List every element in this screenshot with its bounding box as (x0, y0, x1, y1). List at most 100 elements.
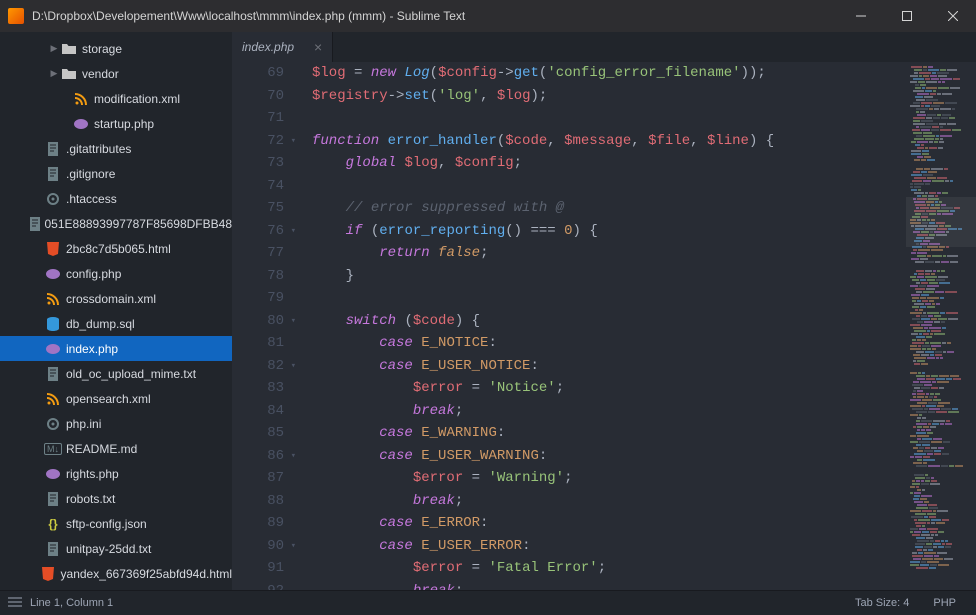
sidebar-item-opensearch-xml[interactable]: opensearch.xml (0, 386, 232, 411)
sidebar-item-startup-php[interactable]: startup.php (0, 111, 232, 136)
sidebar-item-old-oc-upload-mime-txt[interactable]: old_oc_upload_mime.txt (0, 361, 232, 386)
code-line[interactable]: case E_ERROR: (312, 512, 906, 535)
sidebar-item-index-php[interactable]: index.php (0, 336, 232, 361)
close-button[interactable] (930, 0, 976, 32)
line-number[interactable]: 86▾ (232, 445, 284, 468)
minimap[interactable] (906, 62, 976, 590)
line-number[interactable]: 74 (232, 175, 284, 198)
code-line[interactable]: switch ($code) { (312, 310, 906, 333)
line-number[interactable]: 76▾ (232, 220, 284, 243)
code-line[interactable]: $error = 'Warning'; (312, 467, 906, 490)
fold-icon[interactable]: ▾ (291, 445, 296, 468)
line-number[interactable]: 84 (232, 400, 284, 423)
code-line[interactable]: // error suppressed with @ (312, 197, 906, 220)
code-line[interactable] (312, 287, 906, 310)
line-number[interactable]: 85 (232, 422, 284, 445)
code-line[interactable]: case E_USER_NOTICE: (312, 355, 906, 378)
sidebar-item-yandex-667369f25abfd94d-html[interactable]: yandex_667369f25abfd94d.html (0, 561, 232, 586)
sidebar-item-robots-txt[interactable]: robots.txt (0, 486, 232, 511)
code-line[interactable]: break; (312, 490, 906, 513)
code-line[interactable]: if (error_reporting() === 0) { (312, 220, 906, 243)
line-number[interactable]: 82▾ (232, 355, 284, 378)
sidebar-item-sftp-config-json[interactable]: {}sftp-config.json (0, 511, 232, 536)
sidebar-item-label: yandex_667369f25abfd94d.html (61, 567, 232, 581)
line-number[interactable]: 91 (232, 557, 284, 580)
line-number[interactable]: 72▾ (232, 130, 284, 153)
close-icon[interactable]: × (314, 39, 322, 55)
minimap-viewport[interactable] (906, 197, 976, 247)
fold-icon[interactable]: ▾ (291, 535, 296, 558)
fold-icon[interactable]: ▾ (291, 130, 296, 153)
code-line[interactable]: function error_handler($code, $message, … (312, 130, 906, 153)
code-line[interactable]: } (312, 265, 906, 288)
code-content[interactable]: $log = new Log($config->get('config_erro… (292, 62, 906, 590)
line-number[interactable]: 71 (232, 107, 284, 130)
line-number[interactable]: 81 (232, 332, 284, 355)
code-line[interactable]: $log = new Log($config->get('config_erro… (312, 62, 906, 85)
code-line[interactable]: case E_USER_ERROR: (312, 535, 906, 558)
status-tabsize[interactable]: Tab Size: 4 (843, 597, 921, 609)
fold-icon[interactable]: ▾ (291, 220, 296, 243)
sidebar-item-vendor[interactable]: ▶ vendor (0, 61, 232, 86)
line-number[interactable]: 77 (232, 242, 284, 265)
sidebar-item-label: .htaccess (66, 192, 117, 206)
window-title: D:\Dropbox\Developement\Www\localhost\mm… (32, 9, 838, 23)
line-number[interactable]: 87 (232, 467, 284, 490)
folder-icon (60, 68, 78, 80)
editor[interactable]: 69707172▾73747576▾77787980▾8182▾83848586… (232, 62, 976, 590)
php-icon (44, 344, 62, 354)
code-line[interactable]: $registry->set('log', $log); (312, 85, 906, 108)
fold-icon[interactable]: ▾ (291, 355, 296, 378)
sidebar-item-unitpay-25dd-txt[interactable]: unitpay-25dd.txt (0, 536, 232, 561)
menu-icon[interactable] (8, 597, 22, 610)
chevron-right-icon[interactable]: ▶ (48, 43, 60, 54)
tab-index-php[interactable]: index.php × (232, 32, 333, 62)
fold-icon[interactable]: ▾ (291, 310, 296, 333)
line-number[interactable]: 80▾ (232, 310, 284, 333)
sidebar-item-db-dump-sql[interactable]: db_dump.sql (0, 311, 232, 336)
code-line[interactable] (312, 175, 906, 198)
sidebar-item-051e88893997787f85698dfbb48[interactable]: 051E88893997787F85698DFBB48 (0, 211, 232, 236)
status-cursor[interactable]: Line 1, Column 1 (30, 597, 113, 609)
sidebar-item-crossdomain-xml[interactable]: crossdomain.xml (0, 286, 232, 311)
sidebar-item-modification-xml[interactable]: modification.xml (0, 86, 232, 111)
code-line[interactable]: $error = 'Notice'; (312, 377, 906, 400)
sidebar-item-readme-md[interactable]: M↓README.md (0, 436, 232, 461)
line-number[interactable]: 79 (232, 287, 284, 310)
line-number[interactable]: 78 (232, 265, 284, 288)
status-language[interactable]: PHP (921, 597, 968, 609)
code-line[interactable]: case E_WARNING: (312, 422, 906, 445)
line-number[interactable]: 69 (232, 62, 284, 85)
sidebar-item-php-ini[interactable]: php.ini (0, 411, 232, 436)
chevron-right-icon[interactable]: ▶ (48, 68, 60, 79)
line-number[interactable]: 88 (232, 490, 284, 513)
line-number[interactable]: 89 (232, 512, 284, 535)
code-line[interactable]: return false; (312, 242, 906, 265)
sidebar-item-label: index.php (66, 342, 118, 356)
sidebar-item-rights-php[interactable]: rights.php (0, 461, 232, 486)
code-line[interactable]: case E_NOTICE: (312, 332, 906, 355)
sidebar-item-2bc8c7d5b065-html[interactable]: 2bc8c7d5b065.html (0, 236, 232, 261)
code-line[interactable]: break; (312, 400, 906, 423)
maximize-button[interactable] (884, 0, 930, 32)
sidebar-item--gitattributes[interactable]: .gitattributes (0, 136, 232, 161)
line-number[interactable]: 75 (232, 197, 284, 220)
minimize-button[interactable] (838, 0, 884, 32)
code-line[interactable]: global $log, $config; (312, 152, 906, 175)
sidebar-item--htaccess[interactable]: .htaccess (0, 186, 232, 211)
sidebar-item-storage[interactable]: ▶storage (0, 36, 232, 61)
line-number[interactable]: 92 (232, 580, 284, 591)
sidebar-item-label: vendor (82, 67, 119, 81)
line-number[interactable]: 73 (232, 152, 284, 175)
sidebar[interactable]: ▶storage▶vendormodification.xmlstartup.p… (0, 32, 232, 590)
line-number[interactable]: 90▾ (232, 535, 284, 558)
line-number[interactable]: 83 (232, 377, 284, 400)
code-line[interactable]: case E_USER_WARNING: (312, 445, 906, 468)
gutter: 69707172▾73747576▾77787980▾8182▾83848586… (232, 62, 292, 590)
line-number[interactable]: 70 (232, 85, 284, 108)
code-line[interactable]: $error = 'Fatal Error'; (312, 557, 906, 580)
code-line[interactable] (312, 107, 906, 130)
code-line[interactable]: break; (312, 580, 906, 591)
sidebar-item-config-php[interactable]: config.php (0, 261, 232, 286)
sidebar-item--gitignore[interactable]: .gitignore (0, 161, 232, 186)
